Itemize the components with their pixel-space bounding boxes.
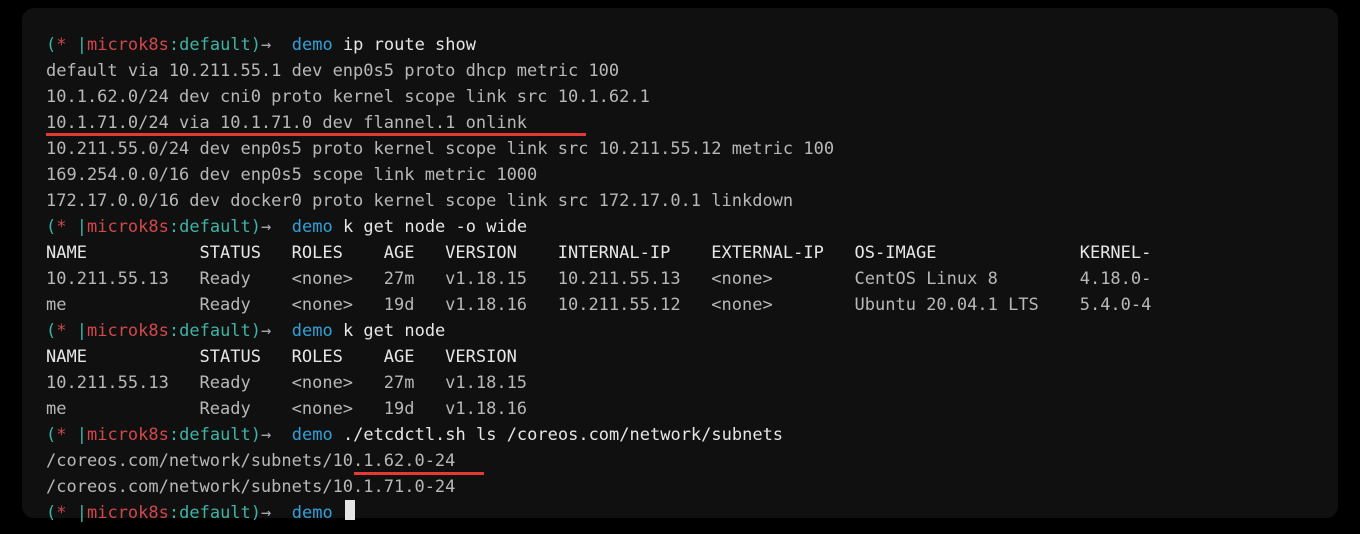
prompt-bar: | <box>77 321 87 341</box>
k8s-context: microk8s <box>87 35 169 55</box>
prompt-open: ( <box>46 503 56 523</box>
k8s-namespace: default <box>179 35 251 55</box>
k8s-context: microk8s <box>87 217 169 237</box>
prompt-open: ( <box>46 425 56 445</box>
prompt-open: ( <box>46 321 56 341</box>
prompt-demo: demo <box>292 503 333 523</box>
command-text: ./etcdctl.sh ls /coreos.com/network/subn… <box>333 425 783 445</box>
output-line: default via 10.211.55.1 dev enp0s5 proto… <box>46 58 1314 84</box>
prompt-colon: : <box>169 321 179 341</box>
table-header: NAME STATUS ROLES AGE VERSION <box>46 344 1314 370</box>
prompt-bar: | <box>77 35 87 55</box>
prompt-demo: demo <box>292 217 333 237</box>
prompt-close: ) <box>251 425 261 445</box>
command-text: ip route show <box>333 35 476 55</box>
output-line: 169.254.0.0/16 dev enp0s5 scope link met… <box>46 162 1314 188</box>
prompt-arrow: → <box>261 35 292 55</box>
prompt-star: * <box>56 321 76 341</box>
annotation-underline <box>354 472 484 475</box>
output-line: 10.211.55.0/24 dev enp0s5 proto kernel s… <box>46 136 1314 162</box>
prompt-star: * <box>56 425 76 445</box>
prompt-bar: | <box>77 217 87 237</box>
prompt-close: ) <box>251 321 261 341</box>
table-row: me Ready <none> 19d v1.18.16 <box>46 396 1314 422</box>
prompt-star: * <box>56 35 76 55</box>
table-header: NAME STATUS ROLES AGE VERSION INTERNAL-I… <box>46 240 1314 266</box>
prompt-arrow: → <box>261 217 292 237</box>
prompt-bar: | <box>77 503 87 523</box>
table-row: 10.211.55.13 Ready <none> 27m v1.18.15 <box>46 370 1314 396</box>
prompt-arrow: → <box>261 321 292 341</box>
prompt-arrow: → <box>261 425 292 445</box>
prompt-arrow: → <box>261 503 292 523</box>
table-row: 10.211.55.13 Ready <none> 27m v1.18.15 1… <box>46 266 1314 292</box>
annotation-underline <box>46 133 586 136</box>
output-line-highlighted: /coreos.com/network/subnets/10.1.71.0-24 <box>46 474 1314 500</box>
prompt-open: ( <box>46 35 56 55</box>
command-text: k get node -o wide <box>333 217 527 237</box>
output-line: 172.17.0.0/16 dev docker0 proto kernel s… <box>46 188 1314 214</box>
prompt-close: ) <box>251 503 261 523</box>
table-row: me Ready <none> 19d v1.18.16 10.211.55.1… <box>46 292 1314 318</box>
prompt-colon: : <box>169 217 179 237</box>
prompt-demo: demo <box>292 35 333 55</box>
prompt-star: * <box>56 503 76 523</box>
prompt-line: (* |microk8s:default)→ demo k get node <box>46 318 1314 344</box>
k8s-namespace: default <box>179 425 251 445</box>
k8s-namespace: default <box>179 217 251 237</box>
k8s-context: microk8s <box>87 425 169 445</box>
prompt-line-active[interactable]: (* |microk8s:default)→ demo <box>46 500 1314 526</box>
prompt-close: ) <box>251 35 261 55</box>
prompt-close: ) <box>251 217 261 237</box>
prompt-colon: : <box>169 35 179 55</box>
prompt-colon: : <box>169 503 179 523</box>
prompt-demo: demo <box>292 321 333 341</box>
prompt-bar: | <box>77 425 87 445</box>
k8s-context: microk8s <box>87 321 169 341</box>
prompt-colon: : <box>169 425 179 445</box>
prompt-line: (* |microk8s:default)→ demo k get node -… <box>46 214 1314 240</box>
command-text: k get node <box>333 321 446 341</box>
prompt-demo: demo <box>292 425 333 445</box>
prompt-star: * <box>56 217 76 237</box>
output-line: 10.1.62.0/24 dev cni0 proto kernel scope… <box>46 84 1314 110</box>
command-text[interactable] <box>333 503 343 523</box>
k8s-namespace: default <box>179 321 251 341</box>
prompt-open: ( <box>46 217 56 237</box>
cursor-block <box>345 500 355 520</box>
k8s-namespace: default <box>179 503 251 523</box>
prompt-line: (* |microk8s:default)→ demo ./etcdctl.sh… <box>46 422 1314 448</box>
terminal-window[interactable]: (* |microk8s:default)→ demo ip route sho… <box>22 8 1338 518</box>
prompt-line: (* |microk8s:default)→ demo ip route sho… <box>46 32 1314 58</box>
output-line: /coreos.com/network/subnets/10.1.62.0-24 <box>46 448 1314 474</box>
k8s-context: microk8s <box>87 503 169 523</box>
